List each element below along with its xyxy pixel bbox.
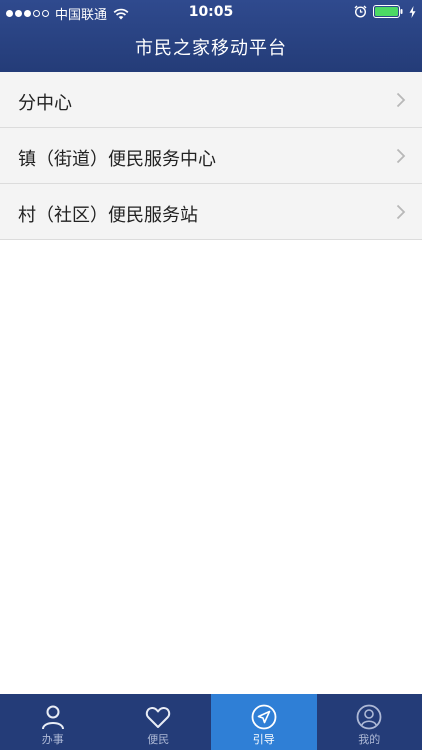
alarm-icon	[354, 5, 367, 18]
person-icon	[41, 705, 64, 730]
list-item-town-service-center[interactable]: 镇（街道）便民服务中心	[0, 128, 422, 184]
list-item-label: 村（社区）便民服务站	[18, 205, 198, 226]
tab-bar: 办事 便民 引导 我的	[0, 694, 422, 750]
top-bar: 中国联通 10:05 市民之家移动平台	[0, 0, 422, 72]
user-profile-icon	[356, 704, 382, 730]
service-center-list: 分中心 镇（街道）便民服务中心 村（社区）便民服务站	[0, 72, 422, 240]
tab-label: 我的	[358, 733, 381, 746]
battery-icon	[373, 5, 403, 18]
list-item-label: 镇（街道）便民服务中心	[18, 149, 216, 170]
tab-label: 办事	[41, 733, 64, 746]
charging-icon	[409, 5, 416, 18]
list-item-branch-center[interactable]: 分中心	[0, 72, 422, 128]
tab-guide[interactable]: 引导	[211, 694, 317, 750]
tab-label: 便民	[147, 733, 170, 746]
chevron-right-icon	[396, 92, 406, 108]
tab-label: 引导	[252, 733, 275, 746]
list-item-label: 分中心	[18, 93, 72, 114]
chevron-right-icon	[396, 204, 406, 220]
page-title: 市民之家移动平台	[135, 38, 287, 59]
status-bar: 中国联通 10:05	[0, 0, 422, 24]
tab-convenience[interactable]: 便民	[106, 694, 212, 750]
list-item-village-service-station[interactable]: 村（社区）便民服务站	[0, 184, 422, 240]
status-right	[354, 5, 416, 18]
heart-icon	[146, 706, 171, 728]
chevron-right-icon	[396, 148, 406, 164]
tab-services[interactable]: 办事	[0, 694, 106, 750]
navigation-arrow-icon	[251, 704, 277, 730]
tab-mine[interactable]: 我的	[317, 694, 422, 750]
